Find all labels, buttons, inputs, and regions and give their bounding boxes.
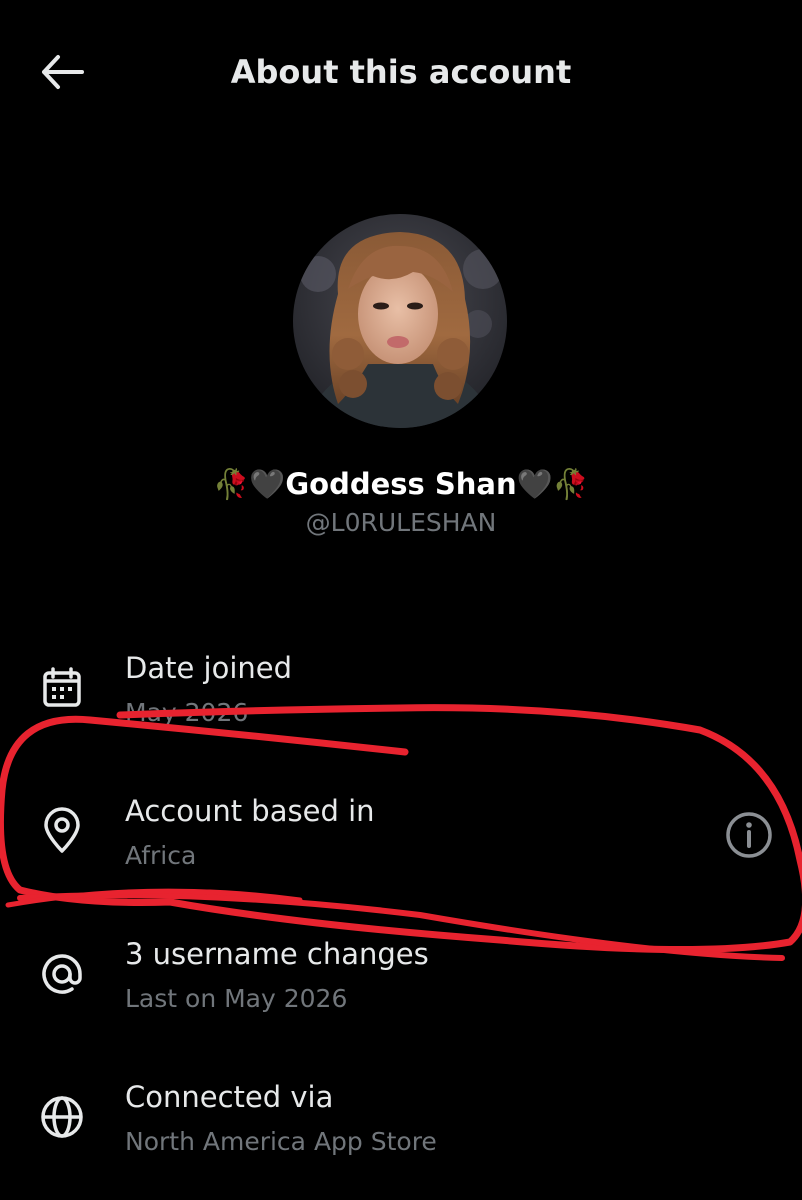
detail-title: 3 username changes xyxy=(125,937,429,971)
profile-photo xyxy=(293,214,507,428)
calendar-icon xyxy=(38,664,86,712)
detail-title: Connected via xyxy=(125,1080,334,1114)
location-pin-icon xyxy=(38,807,86,855)
detail-row-account-based-in: Account based in Africa xyxy=(0,785,802,905)
detail-subtitle: North America App Store xyxy=(125,1127,437,1156)
detail-row-connected-via: Connected via North America App Store xyxy=(0,1071,802,1191)
at-sign-icon xyxy=(38,950,86,998)
detail-title: Account based in xyxy=(125,794,375,828)
info-icon xyxy=(726,812,772,858)
info-button[interactable] xyxy=(722,808,776,862)
detail-row-username-changes: 3 username changes Last on May 2026 xyxy=(0,928,802,1048)
detail-title: Date joined xyxy=(125,651,293,685)
display-name: 🥀🖤Goddess Shan🖤🥀 xyxy=(213,467,589,501)
avatar[interactable] xyxy=(293,214,507,428)
username-handle: @L0RULESHAN xyxy=(305,508,497,537)
top-bar: About this account xyxy=(0,0,802,145)
globe-icon xyxy=(38,1093,86,1141)
page-title: About this account xyxy=(230,53,572,91)
detail-subtitle: Africa xyxy=(125,841,197,870)
detail-row-date-joined: Date joined May 2026 xyxy=(0,640,802,760)
detail-subtitle: May 2026 xyxy=(125,698,249,727)
detail-subtitle: Last on May 2026 xyxy=(125,984,348,1013)
